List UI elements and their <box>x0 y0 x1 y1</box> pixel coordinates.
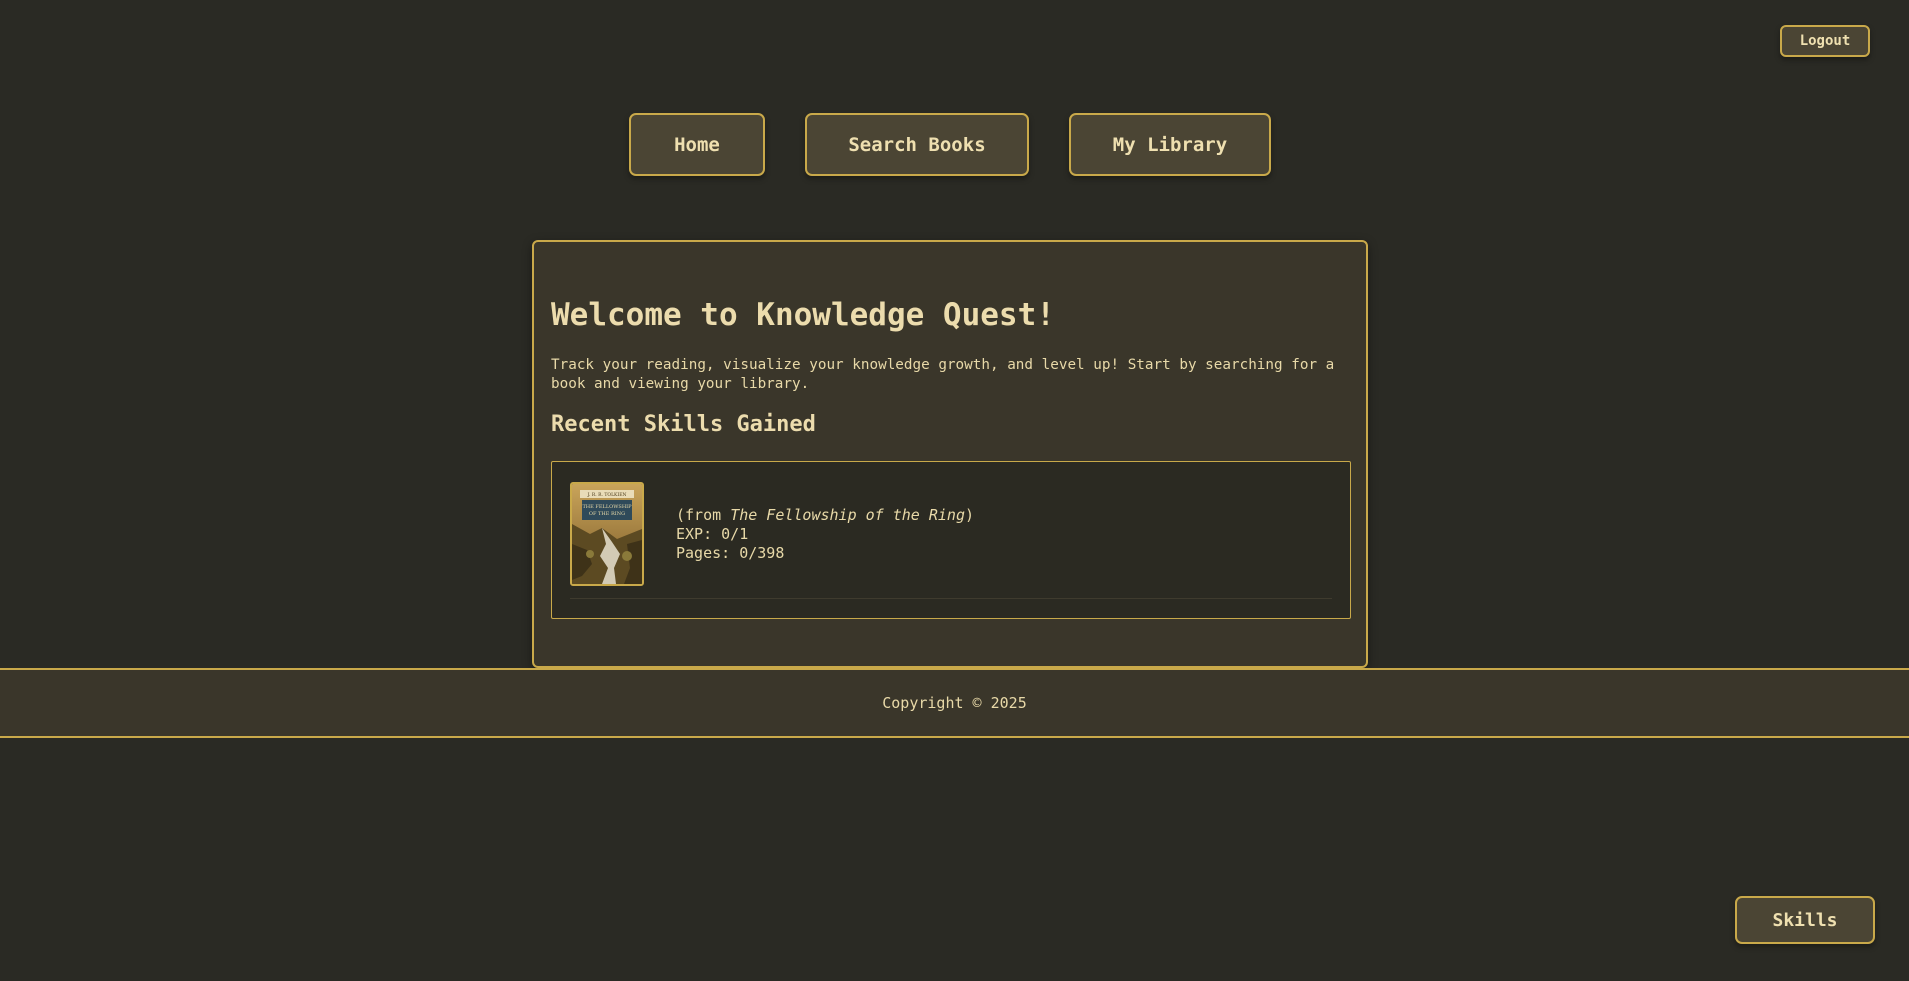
nav-search-books-button[interactable]: Search Books <box>805 113 1029 176</box>
nav-home-button[interactable]: Home <box>629 113 765 176</box>
recent-skills-heading: Recent Skills Gained <box>551 412 816 437</box>
logout-button[interactable]: Logout <box>1780 25 1870 57</box>
skills-button[interactable]: Skills <box>1735 896 1875 944</box>
skill-source: (from The Fellowship of the Ring) <box>676 506 975 524</box>
svg-text:THE FELLOWSHIP: THE FELLOWSHIP <box>582 504 632 510</box>
skill-pages: Pages: 0/398 <box>676 544 785 562</box>
book-cover-art: J. R. R. TOLKIEN THE FELLOWSHIP OF THE R… <box>572 484 642 584</box>
recent-skills-list: J. R. R. TOLKIEN THE FELLOWSHIP OF THE R… <box>551 461 1351 619</box>
intro-text: Track your reading, visualize your knowl… <box>551 357 1335 392</box>
skill-list-item[interactable]: J. R. R. TOLKIEN THE FELLOWSHIP OF THE R… <box>570 482 1332 599</box>
footer: Copyright © 2025 <box>0 668 1909 738</box>
book-cover-image: J. R. R. TOLKIEN THE FELLOWSHIP OF THE R… <box>570 482 644 586</box>
book-title: The Fellowship of the Ring <box>730 506 965 524</box>
nav-my-library-button[interactable]: My Library <box>1069 113 1271 176</box>
skill-details: (from The Fellowship of the Ring) EXP: 0… <box>676 506 974 563</box>
svg-text:J. R. R. TOLKIEN: J. R. R. TOLKIEN <box>587 492 627 498</box>
copyright-text: Copyright © 2025 <box>882 694 1027 712</box>
welcome-card: Welcome to Knowledge Quest! Track your r… <box>532 240 1368 668</box>
page: Logout Home Search Books My Library Welc… <box>0 0 1909 981</box>
skill-exp: EXP: 0/1 <box>676 525 749 543</box>
page-title: Welcome to Knowledge Quest! <box>551 297 1055 333</box>
svg-text:OF THE RING: OF THE RING <box>589 511 625 517</box>
